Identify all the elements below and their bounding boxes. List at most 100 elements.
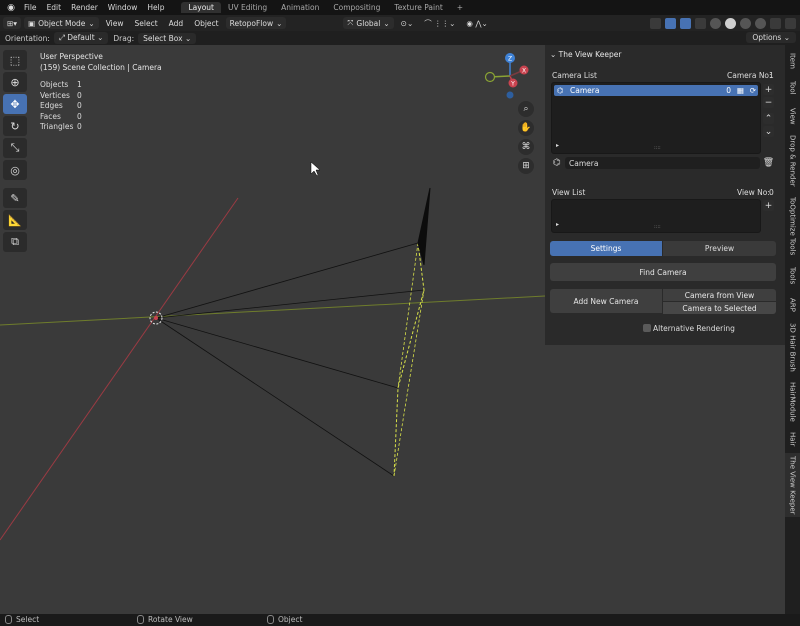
scale-tool-icon[interactable]: ⤡ [3,138,27,158]
side-tab-hairmodule[interactable]: HairModule [785,379,800,425]
side-tab-hair[interactable]: Hair [785,429,800,449]
workspace-tab-uv-editing[interactable]: UV Editing [221,2,274,13]
shading-options-icon[interactable] [785,17,796,29]
panel-title: The View Keeper [558,50,622,59]
solid-shading-icon[interactable] [725,17,736,29]
trash-icon[interactable]: 🗑 [763,157,774,168]
left-toolbar: ⬚ ⊕ ✥ ↻ ⤡ ◎ ✎ 📐 ⧉ [3,50,29,254]
drag-dropdown[interactable]: Select Box ⌄ [138,32,197,44]
add-view-button[interactable]: + [763,200,774,211]
move-tool-icon[interactable]: ✥ [3,94,27,114]
expand-triangle-icon[interactable]: ▸ [556,221,559,228]
add-cube-tool-icon[interactable]: ⧉ [3,232,27,252]
remove-camera-button[interactable]: − [763,97,774,108]
panel-header[interactable]: ⌄ The View Keeper [550,50,621,59]
menu-window[interactable]: Window [103,3,143,12]
stat-row: Vertices 0 [40,90,82,100]
select-box-tool-icon[interactable]: ⬚ [3,50,27,70]
pan-hand-icon[interactable]: ✋ [518,120,534,136]
alternative-rendering-checkbox[interactable] [643,324,651,332]
side-tab-view[interactable]: View [785,104,800,128]
workspace-tab-animation[interactable]: Animation [274,2,326,13]
visibility-icon[interactable] [650,17,661,29]
menu-file[interactable]: File [19,3,42,12]
add-workspace-button[interactable]: + [450,2,470,13]
arrow-up-icon: ⌃ [764,113,773,124]
menu-view[interactable]: View [102,17,128,29]
move-up-button[interactable]: ⌃ [763,113,774,124]
tab-settings[interactable]: Settings [550,241,662,256]
tab-preview[interactable]: Preview [663,241,776,256]
side-tab-arp[interactable]: ARP [785,294,800,316]
render-icon[interactable] [770,17,781,29]
render-settings-icon[interactable]: ▦ [737,86,744,95]
sync-icon[interactable]: ⟳ [750,86,756,95]
menu-add[interactable]: Add [165,17,188,29]
move-down-button[interactable]: ⌄ [763,126,774,137]
mode-dropdown[interactable]: ▣ Object Mode ⌄ [24,17,99,29]
transform-orientation-dropdown[interactable]: ⤧ Global ⌄ [343,17,394,29]
workspace-tab-layout[interactable]: Layout [181,2,221,13]
snap-button[interactable]: ⌒ ⋮⋮⌄ [420,17,459,29]
material-shading-icon[interactable] [740,17,751,29]
camera-name-field[interactable]: Camera [565,157,760,169]
zoom-icon[interactable]: ⌕ [518,101,534,117]
navigation-gizmo[interactable]: Z X Y [480,50,540,110]
camera-view-icon[interactable]: ⌘ [518,139,534,155]
workspace-tab-compositing[interactable]: Compositing [326,2,387,13]
add-new-camera-button[interactable]: Add New Camera [550,289,662,313]
stat-row: Faces 0 [40,111,82,121]
gizmo-neg-z-axis[interactable] [506,91,514,99]
resize-grip-icon[interactable]: :::: [654,224,661,230]
add-camera-button[interactable]: + [763,84,774,95]
menu-render[interactable]: Render [66,3,103,12]
side-tab-tools[interactable]: Tools [785,263,800,289]
gizmo-neg-y-axis[interactable] [484,71,496,83]
menu-object[interactable]: Object [190,17,222,29]
annotate-tool-icon[interactable]: ✎ [3,188,27,208]
menu-edit[interactable]: Edit [42,3,67,12]
cursor-tool-icon[interactable]: ⊕ [3,72,27,92]
side-tab-drop-render[interactable]: Drop & Render [785,133,800,188]
workspace-tab-texture-paint[interactable]: Texture Paint [387,2,449,13]
editor-type-icon: ⊞▾ [7,18,18,28]
measure-tool-icon[interactable]: 📐 [3,210,27,230]
expand-triangle-icon[interactable]: ▸ [556,142,559,149]
camera-icon: ⌬ [557,86,564,95]
camera-list[interactable]: ⌬ Camera 0 ▦ ⟳ ▸ :::: [551,82,761,154]
view-list[interactable]: ▸ :::: [551,199,761,233]
xray-icon[interactable] [695,17,706,29]
perspective-grid-icon[interactable]: ⊞ [518,158,534,174]
overlay-toggle-icon[interactable] [680,17,691,29]
orientation-label: Orientation: [5,33,50,43]
side-tab-tool[interactable]: Tool [785,77,800,99]
menu-help[interactable]: Help [142,3,169,12]
side-tab-3d-hair-brush[interactable]: 3D Hair Brush [785,320,800,374]
find-camera-button[interactable]: Find Camera [550,263,776,281]
gizmo-toggle-icon[interactable] [665,17,676,29]
options-dropdown[interactable]: Options ⌄ [746,32,796,43]
camera-object[interactable] [155,187,431,477]
retopoflow-dropdown[interactable]: RetopoFlow ⌄ [225,17,287,29]
proportional-edit-button[interactable]: ◉ ⋀⌄ [462,17,491,29]
side-tab-tooptimize-tools[interactable]: ToOptimize Tools [785,193,800,259]
blender-logo-icon[interactable]: ◉ [3,3,19,13]
status-rotate: Rotate View [137,615,193,624]
alternative-rendering-label: Alternative Rendering [653,324,735,333]
side-tab-item[interactable]: Item [785,50,800,72]
pivot-point-button[interactable]: ⊙⌄ [397,17,418,29]
orientation-dropdown[interactable]: ⤢ Default ⌄ [53,32,109,44]
menu-select[interactable]: Select [131,17,162,29]
chevron-down-icon: ⌄ [184,33,192,43]
camera-list-row[interactable]: ⌬ Camera 0 ▦ ⟳ [554,85,758,96]
side-tab-the-view-keeper[interactable]: The View Keeper [785,453,800,517]
resize-grip-icon[interactable]: :::: [654,145,661,151]
rendered-shading-icon[interactable] [755,17,766,29]
view-keeper-panel: ⌄ The View Keeper Camera List Camera No:… [545,45,785,345]
camera-from-view-button[interactable]: Camera from View [663,289,776,301]
transform-tool-icon[interactable]: ◎ [3,160,27,180]
editor-type-button[interactable]: ⊞▾ [3,17,22,29]
camera-to-selected-button[interactable]: Camera to Selected [663,302,776,314]
rotate-tool-icon[interactable]: ↻ [3,116,27,136]
wireframe-shading-icon[interactable] [710,17,721,29]
